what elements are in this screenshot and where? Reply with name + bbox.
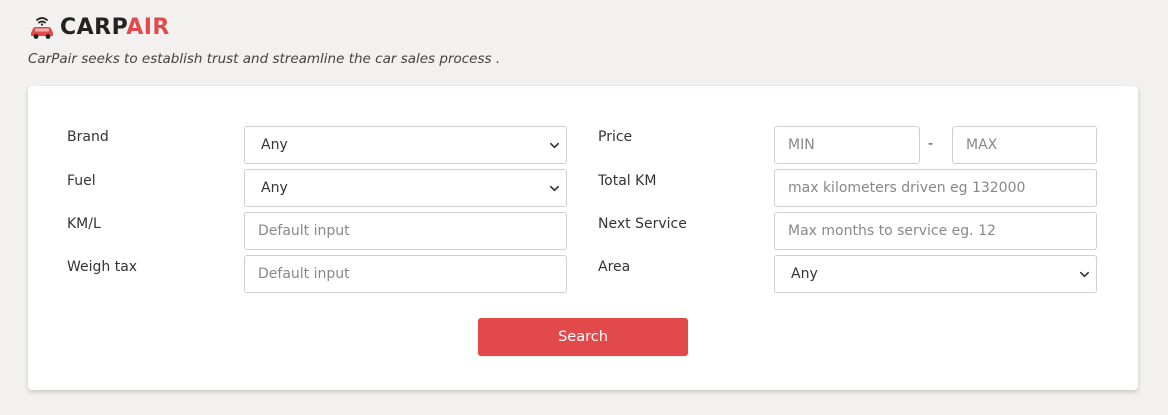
total-km-input[interactable]: max kilometers driven eg 132000 [774,169,1097,207]
header: CARPAIR [28,12,170,42]
logo-text-part2: AIR [126,14,170,40]
brand-label: Brand [67,129,109,145]
price-min-placeholder: MIN [788,137,815,153]
fuel-label: Fuel [67,173,96,189]
price-min-input[interactable]: MIN [774,126,920,164]
next-service-input[interactable]: Max months to service eg. 12 [774,212,1097,250]
next-service-label: Next Service [598,216,687,232]
area-label: Area [598,259,631,275]
tagline: CarPair seeks to establish trust and str… [28,51,501,67]
chevron-down-icon [550,185,559,192]
chevron-down-icon [550,142,559,149]
next-service-placeholder: Max months to service eg. 12 [788,223,996,239]
kml-input-placeholder: Default input [258,223,350,239]
weigh-tax-label: Weigh tax [67,259,138,275]
total-km-label: Total KM [598,173,657,189]
logo-text-part1: CARP [60,14,127,40]
price-label: Price [598,129,633,145]
fuel-select[interactable]: Any [244,169,567,207]
logo-text: CARPAIR [60,15,170,40]
weigh-tax-input[interactable]: Default input [244,255,567,293]
search-filter-card: Brand Any Fuel Any KM/L Default input We… [28,86,1138,390]
kml-label: KM/L [67,216,101,232]
chevron-down-icon [1080,271,1089,278]
search-button-label: Search [558,329,608,345]
total-km-placeholder: max kilometers driven eg 132000 [788,180,1026,196]
area-select[interactable]: Any [774,255,1097,293]
logo[interactable]: CARPAIR [28,12,170,42]
brand-select-value: Any [261,137,288,153]
search-button[interactable]: Search [478,318,688,356]
brand-select[interactable]: Any [244,126,567,164]
price-max-input[interactable]: MAX [952,126,1097,164]
price-separator: - [928,136,934,152]
price-max-placeholder: MAX [966,137,998,153]
area-select-value: Any [791,266,818,282]
weigh-tax-input-placeholder: Default input [258,266,350,282]
car-wifi-icon [31,17,53,39]
fuel-select-value: Any [261,180,288,196]
kml-input[interactable]: Default input [244,212,567,250]
